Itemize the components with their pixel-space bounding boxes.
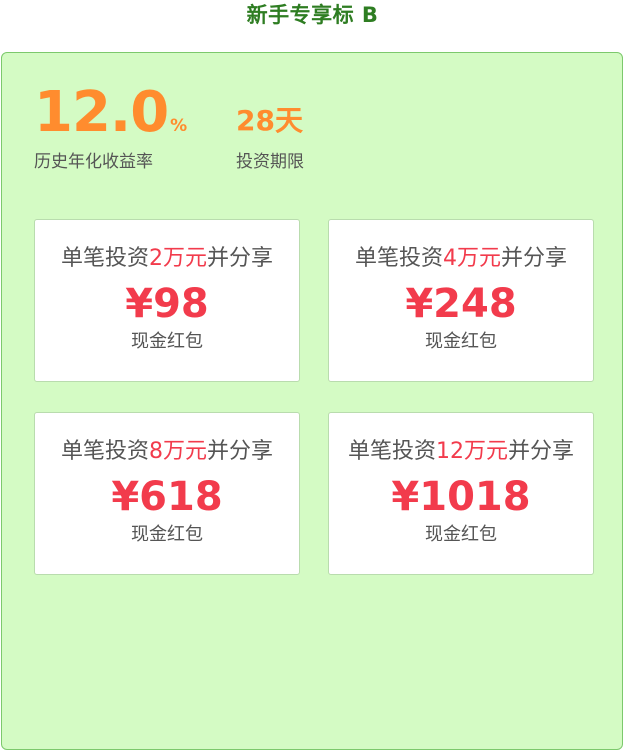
reward-amount: ¥98 <box>125 281 209 327</box>
annual-rate-number: 12.0 <box>34 80 169 145</box>
reward-card[interactable]: 单笔投资12万元并分享 ¥1018 现金红包 <box>328 412 594 575</box>
reward-condition: 单笔投资2万元并分享 <box>35 244 299 274</box>
investment-term-label: 投资期限 <box>236 152 304 172</box>
reward-condition-suffix: 并分享 <box>501 246 568 271</box>
reward-amount: ¥248 <box>405 281 517 327</box>
reward-card[interactable]: 单笔投资2万元并分享 ¥98 现金红包 <box>34 219 300 382</box>
reward-type: 现金红包 <box>131 331 203 352</box>
reward-condition-suffix: 并分享 <box>508 439 575 464</box>
annual-rate-stat: 12.0% 历史年化收益率 <box>34 83 187 173</box>
reward-condition-amount: 8万元 <box>149 439 207 464</box>
investment-term-value: 28天 <box>236 104 303 137</box>
reward-amount: ¥1018 <box>391 474 531 520</box>
reward-condition: 单笔投资12万元并分享 <box>329 437 593 467</box>
reward-condition: 单笔投资4万元并分享 <box>329 244 593 274</box>
annual-rate-label: 历史年化收益率 <box>34 152 153 172</box>
reward-condition-amount: 2万元 <box>149 246 207 271</box>
reward-condition-prefix: 单笔投资 <box>60 439 149 464</box>
reward-condition-prefix: 单笔投资 <box>354 246 443 271</box>
reward-condition-suffix: 并分享 <box>207 439 274 464</box>
product-panel: 12.0% 历史年化收益率 28天 投资期限 单笔投资2万元并分享 ¥98 现金… <box>1 52 623 750</box>
reward-condition-amount: 12万元 <box>436 439 508 464</box>
reward-condition-amount: 4万元 <box>443 246 501 271</box>
annual-rate-unit: % <box>170 116 188 136</box>
investment-term-stat: 28天 投资期限 <box>236 83 304 172</box>
page-title: 新手专享标 B <box>246 3 379 27</box>
reward-condition: 单笔投资8万元并分享 <box>35 437 299 467</box>
reward-card[interactable]: 单笔投资8万元并分享 ¥618 现金红包 <box>34 412 300 575</box>
reward-amount: ¥618 <box>111 474 223 520</box>
reward-type: 现金红包 <box>425 524 497 545</box>
reward-condition-suffix: 并分享 <box>207 246 274 271</box>
reward-condition-prefix: 单笔投资 <box>60 246 149 271</box>
reward-type: 现金红包 <box>131 524 203 545</box>
annual-rate-value: 12.0% <box>34 83 187 143</box>
reward-card[interactable]: 单笔投资4万元并分享 ¥248 现金红包 <box>328 219 594 382</box>
reward-type: 现金红包 <box>425 331 497 352</box>
reward-condition-prefix: 单笔投资 <box>347 439 436 464</box>
